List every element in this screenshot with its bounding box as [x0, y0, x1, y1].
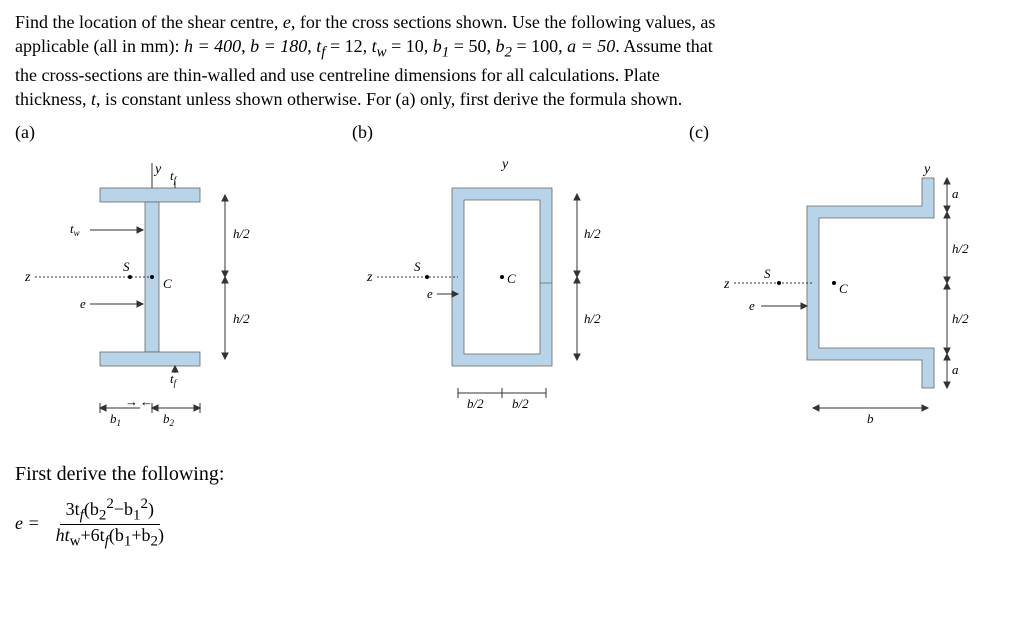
problem-statement: Find the location of the shear centre, e…: [15, 10, 1009, 112]
svg-text:←: ←: [140, 394, 153, 409]
svg-text:→: →: [125, 394, 138, 409]
svg-text:h/2: h/2: [952, 311, 969, 326]
svg-text:h/2: h/2: [952, 241, 969, 256]
svg-text:S: S: [414, 259, 421, 274]
svg-text:e: e: [80, 296, 86, 311]
svg-text:C: C: [163, 276, 172, 291]
svg-text:b/2: b/2: [467, 396, 484, 411]
diagram-b: y z S e C h/2: [352, 148, 632, 448]
svg-text:S: S: [123, 259, 130, 274]
svg-text:b1: b1: [110, 411, 121, 428]
svg-text:h/2: h/2: [233, 226, 250, 241]
figure-a: (a) y z tf tw: [15, 122, 335, 551]
label-c: (c): [689, 122, 1009, 143]
figures-row: (a) y z tf tw: [15, 122, 1009, 551]
svg-text:h/2: h/2: [584, 311, 601, 326]
svg-text:y: y: [500, 157, 509, 172]
svg-text:y: y: [153, 162, 162, 177]
svg-text:C: C: [507, 271, 516, 286]
svg-text:a: a: [952, 362, 959, 377]
svg-text:tf: tf: [170, 168, 178, 185]
svg-text:e: e: [749, 298, 755, 313]
svg-text:S: S: [764, 266, 771, 281]
svg-text:b: b: [867, 411, 874, 426]
svg-text:z: z: [366, 270, 373, 285]
figure-c: (c) y a h/2 h/2: [689, 122, 1009, 551]
svg-text:b2: b2: [163, 411, 175, 428]
svg-text:b/2: b/2: [512, 396, 529, 411]
svg-text:h/2: h/2: [584, 226, 601, 241]
figure-b: (b) y z S e C: [352, 122, 672, 551]
svg-text:C: C: [839, 281, 848, 296]
svg-text:y: y: [922, 162, 931, 177]
svg-text:tf: tf: [170, 371, 178, 388]
derive-heading: First derive the following:: [15, 463, 335, 486]
svg-text:h/2: h/2: [233, 311, 250, 326]
formula-e: e = 3tf(b22−b12) htw+6tf(b1+b2): [15, 496, 335, 551]
label-b: (b): [352, 122, 672, 143]
svg-text:a: a: [952, 186, 959, 201]
svg-text:z: z: [24, 270, 31, 285]
label-a: (a): [15, 122, 335, 143]
svg-text:tw: tw: [70, 221, 80, 238]
svg-text:z: z: [723, 277, 730, 292]
svg-text:e: e: [427, 286, 433, 301]
diagram-c: y a h/2 h/2 a: [689, 148, 969, 448]
diagram-a: y z tf tw h/2 h/2: [15, 148, 295, 448]
